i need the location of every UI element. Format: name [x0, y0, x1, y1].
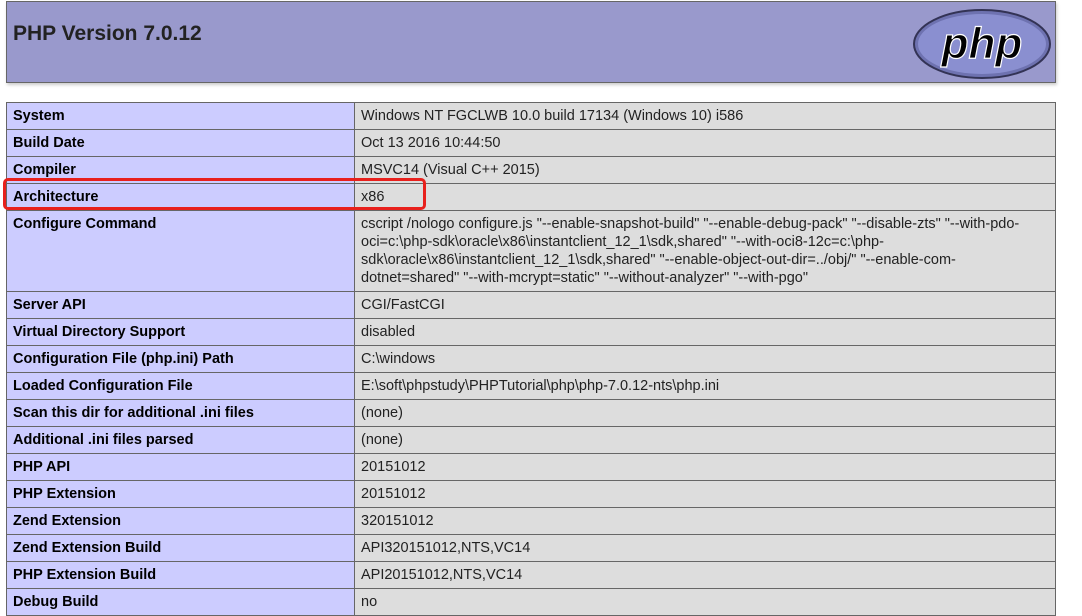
row-key: Debug Build — [6, 588, 355, 616]
row-value: Oct 13 2016 10:44:50 — [354, 129, 1056, 157]
php-info-header: PHP Version 7.0.12 php — [6, 1, 1056, 83]
page-title: PHP Version 7.0.12 — [13, 22, 202, 45]
row-key: Server API — [6, 291, 355, 319]
php-logo: php — [913, 9, 1051, 79]
row-key: Build Date — [6, 129, 355, 157]
table-row: Compiler MSVC14 (Visual C++ 2015) — [6, 156, 1056, 184]
table-row: Zend Extension Build API320151012,NTS,VC… — [6, 534, 1056, 562]
table-row: Virtual Directory Support disabled — [6, 318, 1056, 346]
row-value: MSVC14 (Visual C++ 2015) — [354, 156, 1056, 184]
row-value: cscript /nologo configure.js "--enable-s… — [354, 210, 1056, 292]
row-value: (none) — [354, 426, 1056, 454]
row-value: no — [354, 588, 1056, 616]
row-value: 20151012 — [354, 480, 1056, 508]
row-value: Windows NT FGCLWB 10.0 build 17134 (Wind… — [354, 102, 1056, 130]
row-value: API320151012,NTS,VC14 — [354, 534, 1056, 562]
table-row: Scan this dir for additional .ini files … — [6, 399, 1056, 427]
row-key: Configuration File (php.ini) Path — [6, 345, 355, 373]
row-value: E:\soft\phpstudy\PHPTutorial\php\php-7.0… — [354, 372, 1056, 400]
row-value: 320151012 — [354, 507, 1056, 535]
row-key: Zend Extension — [6, 507, 355, 535]
row-key: Virtual Directory Support — [6, 318, 355, 346]
php-logo-text: php — [941, 19, 1023, 68]
row-key: PHP API — [6, 453, 355, 481]
row-key: Compiler — [6, 156, 355, 184]
row-key: PHP Extension — [6, 480, 355, 508]
row-value: C:\windows — [354, 345, 1056, 373]
row-value: (none) — [354, 399, 1056, 427]
table-row: Configure Command cscript /nologo config… — [6, 210, 1056, 292]
table-row: Zend Extension 320151012 — [6, 507, 1056, 535]
table-row: PHP Extension Build API20151012,NTS,VC14 — [6, 561, 1056, 589]
row-key: Additional .ini files parsed — [6, 426, 355, 454]
row-value: API20151012,NTS,VC14 — [354, 561, 1056, 589]
row-key: Loaded Configuration File — [6, 372, 355, 400]
table-row: Server API CGI/FastCGI — [6, 291, 1056, 319]
row-key: Zend Extension Build — [6, 534, 355, 562]
table-row-architecture: Architecture x86 — [6, 183, 1056, 211]
row-value: x86 — [354, 183, 1056, 211]
table-row: Build Date Oct 13 2016 10:44:50 — [6, 129, 1056, 157]
row-key: System — [6, 102, 355, 130]
table-row: Additional .ini files parsed (none) — [6, 426, 1056, 454]
table-row: Debug Build no — [6, 588, 1056, 616]
table-row: Loaded Configuration File E:\soft\phpstu… — [6, 372, 1056, 400]
row-key: Configure Command — [6, 210, 355, 292]
table-row: PHP API 20151012 — [6, 453, 1056, 481]
row-key: Scan this dir for additional .ini files — [6, 399, 355, 427]
row-key: PHP Extension Build — [6, 561, 355, 589]
row-value: disabled — [354, 318, 1056, 346]
table-row: PHP Extension 20151012 — [6, 480, 1056, 508]
row-value: 20151012 — [354, 453, 1056, 481]
row-value: CGI/FastCGI — [354, 291, 1056, 319]
table-row: System Windows NT FGCLWB 10.0 build 1713… — [6, 102, 1056, 130]
table-row: Configuration File (php.ini) Path C:\win… — [6, 345, 1056, 373]
php-info-table: System Windows NT FGCLWB 10.0 build 1713… — [6, 102, 1056, 616]
row-key: Architecture — [6, 183, 355, 211]
